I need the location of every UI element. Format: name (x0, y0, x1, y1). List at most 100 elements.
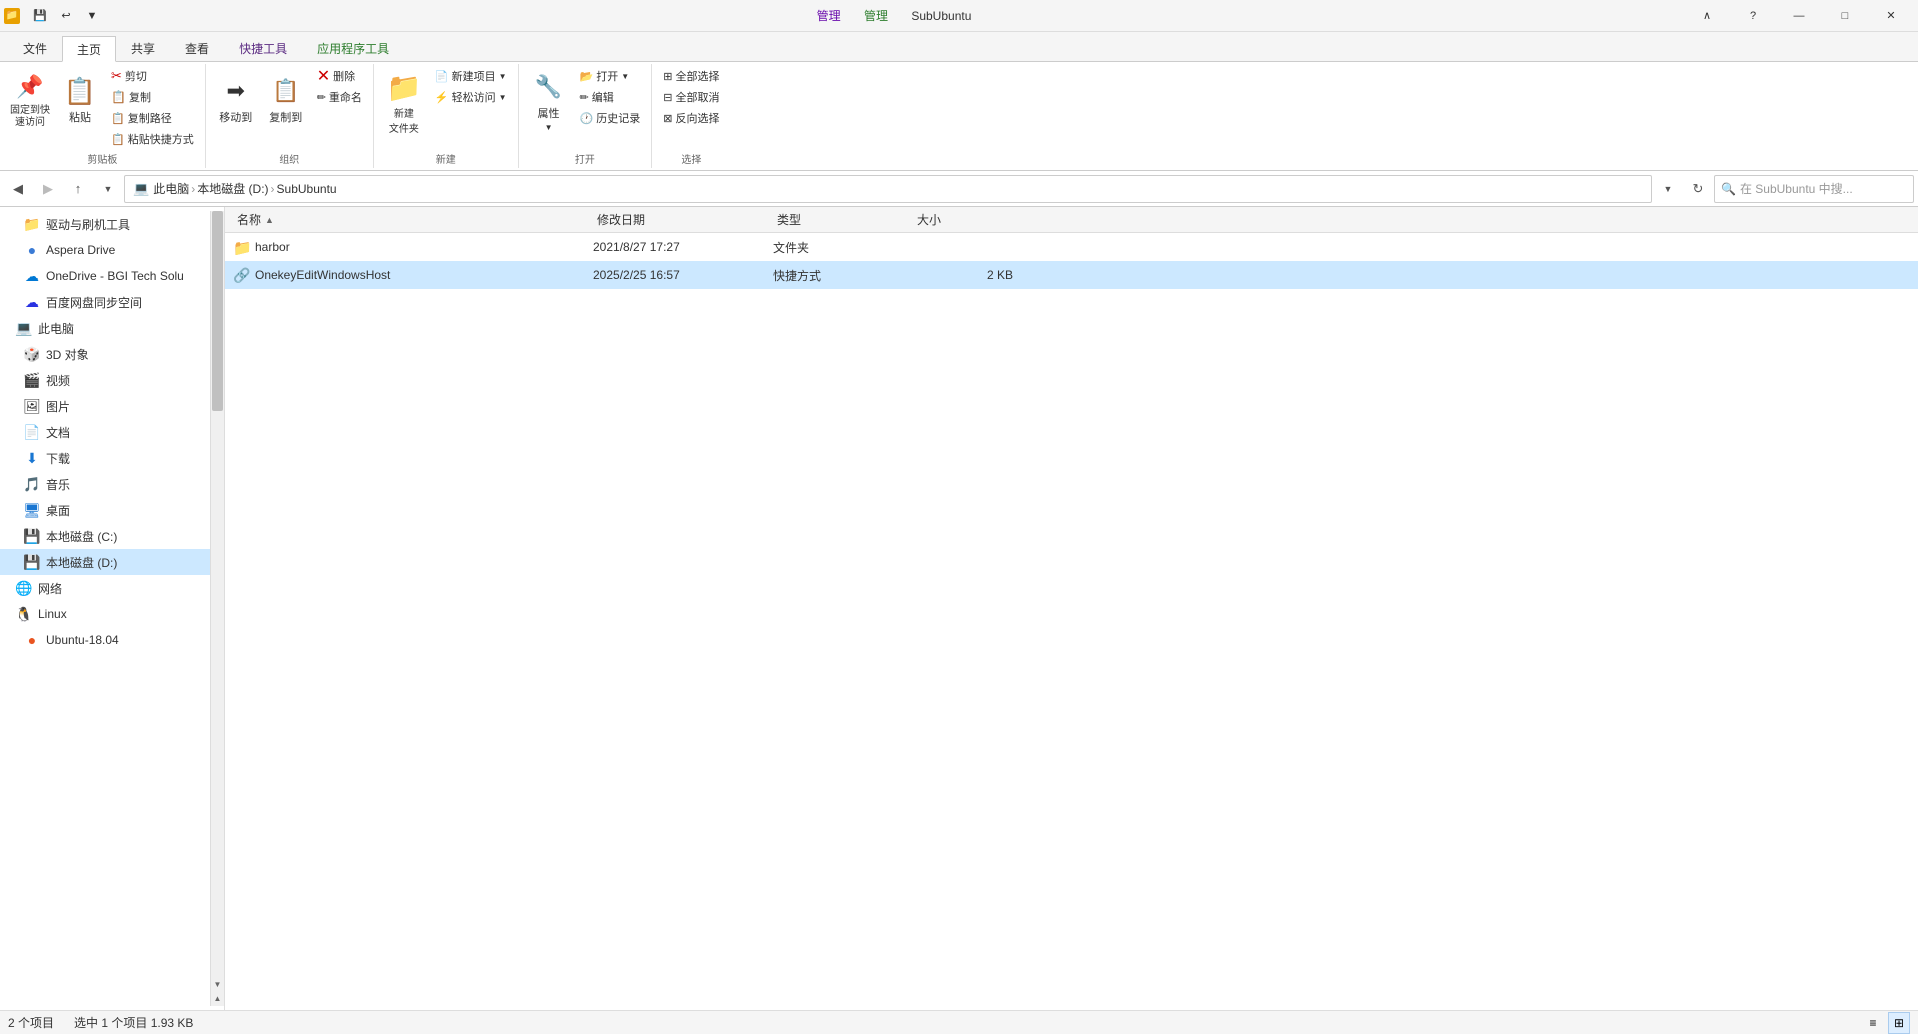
col-header-type[interactable]: 类型 (773, 207, 913, 232)
sidebar-item-ubuntu[interactable]: ● Ubuntu-18.04 (0, 627, 210, 653)
col-header-name[interactable]: 名称 ▲ (233, 207, 593, 232)
large-icons-view-btn[interactable]: ⊞ (1888, 1012, 1910, 1034)
address-bar[interactable]: 💻 此电脑 › 本地磁盘 (D:) › SubUbuntu (124, 175, 1652, 203)
minimize-btn[interactable]: — (1776, 0, 1822, 32)
open-btn[interactable]: 📂 打开 ▼ (575, 66, 646, 86)
pin-icon: 📌 (14, 71, 46, 103)
tab-home[interactable]: 主页 (62, 36, 116, 62)
scroll-down-btn[interactable]: ▼ (212, 978, 223, 992)
baidu-icon: ☁ (24, 294, 40, 310)
tab-app-tools[interactable]: 应用程序工具 (302, 35, 404, 61)
details-view-btn[interactable]: ≡ (1862, 1012, 1884, 1034)
new-item-arrow: ▼ (499, 72, 507, 81)
sidebar-item-drive-c[interactable]: 💾 本地磁盘 (C:) (0, 523, 210, 549)
move-label: 移动到 (219, 109, 252, 125)
paste-shortcut-label: 粘贴快捷方式 (128, 131, 194, 147)
search-bar[interactable]: 🔍 在 SubUbuntu 中搜... (1714, 175, 1914, 203)
back-btn[interactable]: ◀ (4, 175, 32, 203)
address-dropdown-btn[interactable]: ▼ (1654, 175, 1682, 203)
copy-btn[interactable]: 📋 复制 (106, 87, 199, 107)
select-all-btn[interactable]: ⊞ 全部选择 (658, 66, 724, 86)
invert-selection-btn[interactable]: ⊠ 反向选择 (658, 108, 724, 128)
file-name-text: harbor (255, 240, 290, 254)
breadcrumb-drive[interactable]: 本地磁盘 (D:) (197, 180, 268, 197)
sidebar-scrollbar[interactable]: ▼ ▲ (210, 211, 224, 1006)
scrollbar-thumb[interactable] (212, 211, 223, 411)
sidebar-item-downloads[interactable]: ⬇ 下载 (0, 445, 210, 471)
sep1: › (191, 182, 195, 196)
sidebar-item-label: 网络 (38, 580, 62, 597)
copy-icon: 📋 (111, 90, 126, 104)
rename-btn[interactable]: ✏ 重命名 (312, 87, 367, 107)
sidebar-item-video[interactable]: 🎬 视频 (0, 367, 210, 393)
up-btn[interactable]: ↑ (64, 175, 92, 203)
tab-view[interactable]: 查看 (170, 35, 224, 61)
maximize-btn[interactable]: □ (1822, 0, 1868, 32)
sidebar-item-music[interactable]: 🎵 音乐 (0, 471, 210, 497)
scroll-up-btn[interactable]: ▲ (212, 992, 223, 1006)
qat-dropdown-btn[interactable]: ▼ (80, 4, 104, 28)
status-bar: 2 个项目 选中 1 个项目 1.93 KB ≡ ⊞ (0, 1010, 1918, 1034)
paste-shortcut-btn[interactable]: 📋 粘贴快捷方式 (106, 129, 199, 149)
sidebar-item-aspera[interactable]: ● Aspera Drive (0, 237, 210, 263)
history-btn[interactable]: 🕐 历史记录 (575, 108, 646, 128)
sidebar-item-onedrive[interactable]: ☁ OneDrive - BGI Tech Solu (0, 263, 210, 289)
sidebar-item-label: 下载 (46, 450, 70, 467)
sidebar-item-linux[interactable]: 🐧 Linux (0, 601, 210, 627)
sidebar-item-this-pc[interactable]: 💻 此电脑 (0, 315, 210, 341)
select-none-label: 全部取消 (675, 89, 719, 105)
sidebar-item-label: OneDrive - BGI Tech Solu (46, 269, 184, 283)
breadcrumb-computer[interactable]: 此电脑 (153, 180, 189, 197)
help-btn[interactable]: ? (1730, 0, 1776, 32)
folder-icon: 📁 (233, 239, 249, 255)
copy-path-btn[interactable]: 📋 复制路径 (106, 108, 199, 128)
sidebar-item-pictures[interactable]: 🖼 图片 (0, 393, 210, 419)
properties-arrow: ▼ (545, 123, 553, 132)
copy-to-btn[interactable]: 📋 复制到 (262, 66, 310, 130)
title-prefix2: 管理 (864, 9, 908, 23)
breadcrumb-folder[interactable]: SubUbuntu (277, 182, 337, 196)
select-none-btn[interactable]: ⊟ 全部取消 (658, 87, 724, 107)
ribbon-group-select: ⊞ 全部选择 ⊟ 全部取消 ⊠ 反向选择 选择 (652, 64, 730, 168)
easy-access-btn[interactable]: ⚡ 轻松访问 ▼ (430, 87, 512, 107)
col-header-size[interactable]: 大小 (913, 207, 1013, 232)
file-row-onekey[interactable]: 🔗 OnekeyEditWindowsHost 2025/2/25 16:57 … (225, 261, 1918, 289)
title-bar-left: 📁 💾 ↩ ▼ (4, 4, 104, 28)
qat-undo-btn[interactable]: ↩ (54, 4, 78, 28)
file-row-harbor[interactable]: 📁 harbor 2021/8/27 17:27 文件夹 (225, 233, 1918, 261)
col-size-label: 大小 (917, 211, 941, 228)
sidebar-item-baidu[interactable]: ☁ 百度网盘同步空间 (0, 289, 210, 315)
sidebar-item-network[interactable]: 🌐 网络 (0, 575, 210, 601)
close-btn[interactable]: ✕ (1868, 0, 1914, 32)
tab-file[interactable]: 文件 (8, 35, 62, 61)
pin-btn[interactable]: 📌 固定到快速访问 (6, 66, 54, 134)
paste-btn[interactable]: 📋 粘贴 (56, 66, 104, 130)
sidebar-item-desktop[interactable]: 🖥 桌面 (0, 497, 210, 523)
cut-btn[interactable]: ✂ 剪切 (106, 66, 199, 86)
easy-access-arrow: ▼ (499, 93, 507, 102)
recent-locations-btn[interactable]: ▼ (94, 175, 122, 203)
properties-btn[interactable]: 🔧 属性 ▼ (525, 66, 573, 137)
clipboard-content: 📌 固定到快速访问 📋 粘贴 ✂ 剪切 📋 复制 📋 (6, 66, 199, 149)
new-folder-btn[interactable]: 📁 新建文件夹 (380, 66, 428, 140)
qat-save-btn[interactable]: 💾 (28, 4, 52, 28)
paste-shortcut-icon: 📋 (111, 133, 125, 146)
history-label: 历史记录 (596, 110, 640, 126)
move-icon: ➡ (220, 75, 252, 107)
app-icon: 📁 (4, 8, 20, 24)
sidebar-item-driver-tools[interactable]: 📁 驱动与刷机工具 (0, 211, 210, 237)
tab-quick-tools[interactable]: 快捷工具 (224, 35, 302, 61)
forward-btn[interactable]: ▶ (34, 175, 62, 203)
sidebar-item-3d[interactable]: 🎲 3D 对象 (0, 341, 210, 367)
delete-btn[interactable]: ✕ 删除 (312, 66, 367, 86)
sidebar-item-docs[interactable]: 📄 文档 (0, 419, 210, 445)
tab-share[interactable]: 共享 (116, 35, 170, 61)
new-item-btn[interactable]: 📄 新建项目 ▼ (430, 66, 512, 86)
sidebar-item-drive-d[interactable]: 💾 本地磁盘 (D:) (0, 549, 210, 575)
sidebar-item-label: 本地磁盘 (D:) (46, 554, 117, 571)
refresh-btn[interactable]: ↻ (1684, 175, 1712, 203)
move-to-btn[interactable]: ➡ 移动到 (212, 66, 260, 130)
ribbon-collapse-btn[interactable]: ∧ (1684, 0, 1730, 32)
edit-btn[interactable]: ✏ 编辑 (575, 87, 646, 107)
col-header-date[interactable]: 修改日期 (593, 207, 773, 232)
